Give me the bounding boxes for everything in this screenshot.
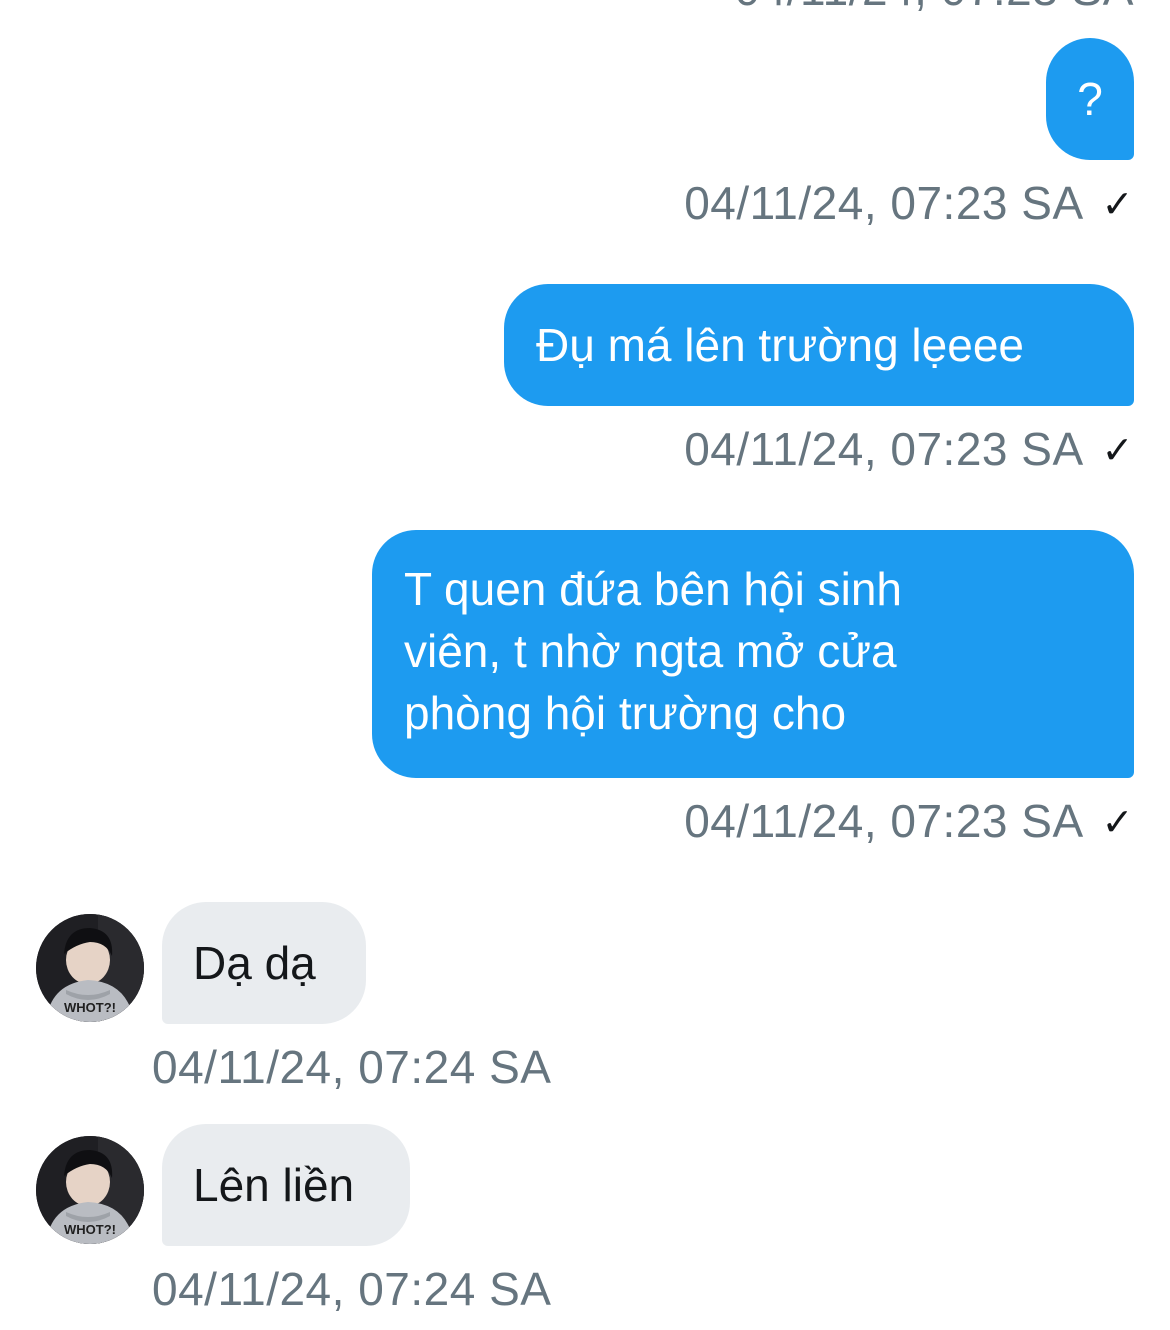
previous-timestamp: 04/11/24, 07:23 SA	[735, 0, 1134, 16]
message-text-line: viên, t nhờ ngta mở cửa	[404, 625, 897, 677]
timestamp-text: 04/11/24, 07:23 SA	[684, 795, 1084, 847]
message-bubble-incoming[interactable]: Dạ dạ	[162, 902, 366, 1024]
message-bubble-outgoing[interactable]: Đụ má lên trường lẹeee	[504, 284, 1134, 406]
message-timestamp: 04/11/24, 07:23 SA ✓	[684, 794, 1134, 848]
svg-text:WHOT?!: WHOT?!	[64, 1222, 116, 1237]
avatar[interactable]: WHOT?!	[36, 914, 144, 1022]
message-bubble-outgoing[interactable]: ?	[1046, 38, 1134, 160]
message-text: Đụ má lên trường lẹeee	[536, 319, 1024, 371]
check-icon: ✓	[1101, 802, 1134, 844]
timestamp-text: 04/11/24, 07:24 SA	[152, 1263, 552, 1315]
check-icon: ✓	[1101, 430, 1134, 472]
message-text-line: phòng hội trường cho	[404, 687, 847, 739]
message-text: Dạ dạ	[193, 937, 316, 989]
message-text: ?	[1077, 73, 1103, 125]
message-text: Lên liền	[193, 1159, 355, 1211]
message-text-line: T quen đứa bên hội sinh	[404, 563, 902, 615]
message-timestamp: 04/11/24, 07:23 SA ✓	[684, 176, 1134, 230]
message-timestamp: 04/11/24, 07:24 SA	[152, 1040, 551, 1094]
message-bubble-incoming[interactable]: Lên liền	[162, 1124, 410, 1246]
message-timestamp: 04/11/24, 07:24 SA	[152, 1262, 551, 1316]
message-bubble-outgoing[interactable]: T quen đứa bên hội sinh viên, t nhờ ngta…	[372, 530, 1134, 778]
avatar[interactable]: WHOT?!	[36, 1136, 144, 1244]
svg-text:WHOT?!: WHOT?!	[64, 1000, 116, 1015]
message-timestamp: 04/11/24, 07:23 SA ✓	[684, 422, 1134, 476]
timestamp-text: 04/11/24, 07:24 SA	[152, 1041, 552, 1093]
timestamp-text: 04/11/24, 07:23 SA	[684, 423, 1084, 475]
check-icon: ✓	[1101, 184, 1134, 226]
timestamp-text: 04/11/24, 07:23 SA	[684, 177, 1084, 229]
